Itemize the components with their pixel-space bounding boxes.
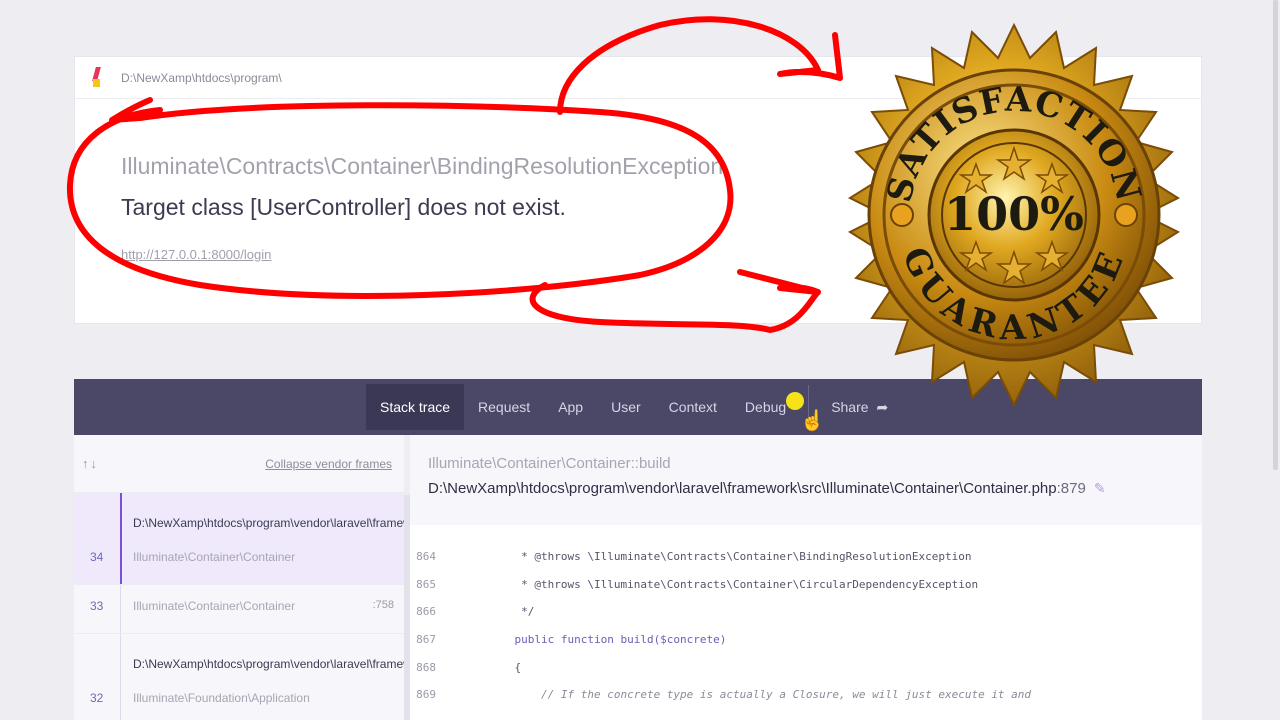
- satisfaction-guarantee-seal: 100% SATISFACTION GUARANTEE: [847, 22, 1181, 408]
- code-line-number: 866: [416, 605, 436, 618]
- frame-number: 32: [90, 691, 104, 705]
- frame-line: :758: [372, 599, 394, 611]
- frame-class: Illuminate\Container\Container: [133, 550, 296, 564]
- frame-class: Illuminate\Container\Container: [133, 599, 296, 613]
- code-line-number: 864: [416, 550, 436, 563]
- code-panel-header: Illuminate\Container\Container::build D:…: [410, 435, 1202, 525]
- code-line-text: */: [488, 605, 535, 618]
- exception-class: Illuminate\Contracts\Container\BindingRe…: [121, 153, 724, 179]
- code-line-number: 868: [416, 661, 436, 674]
- project-path: D:\NewXamp\htdocs\program\: [121, 70, 282, 85]
- code-line-text: * @throws \Illuminate\Contracts\Containe…: [488, 578, 979, 591]
- request-url-link[interactable]: http://127.0.0.1:8000/login: [121, 247, 271, 262]
- code-line-text: * @throws \Illuminate\Contracts\Containe…: [488, 550, 972, 563]
- hand-pointer-cursor-icon: ☝: [800, 410, 825, 432]
- frame-nav-arrows-icon[interactable]: ↑↓: [82, 456, 99, 471]
- code-line-number: 867: [416, 633, 436, 646]
- frame-number: 33: [90, 599, 104, 613]
- frame-method: Illuminate\Container\Container::build: [428, 455, 671, 472]
- code-line: 866 */: [410, 605, 1202, 625]
- code-line-text: public function build($concrete): [488, 633, 727, 646]
- sidebar-header: ↑↓ Collapse vendor frames: [74, 435, 404, 493]
- code-line: 867 public function build($concrete): [410, 633, 1202, 653]
- stack-frame[interactable]: 33 Illuminate\Container\Container :758: [74, 585, 404, 634]
- tab-context[interactable]: Context: [655, 384, 731, 430]
- filepath-line: :879: [1056, 480, 1086, 497]
- filepath-text: D:\NewXamp\htdocs\program\vendor\laravel…: [428, 480, 1057, 497]
- code-snippet: 864 * @throws \Illuminate\Contracts\Cont…: [410, 525, 1202, 720]
- frame-path: D:\NewXamp\htdocs\program\vendor\laravel…: [133, 657, 404, 671]
- pencil-edit-icon[interactable]: ✎: [1094, 480, 1106, 497]
- collapse-vendor-frames-link[interactable]: Collapse vendor frames: [265, 457, 392, 471]
- stack-frame[interactable]: D:\NewXamp\htdocs\program\vendor\laravel…: [74, 634, 404, 720]
- tab-app[interactable]: App: [544, 384, 597, 430]
- code-line-text: {: [488, 661, 522, 674]
- frame-filepath[interactable]: D:\NewXamp\htdocs\program\vendor\laravel…: [428, 480, 1184, 497]
- page-scrollbar[interactable]: [1273, 0, 1278, 470]
- tab-user[interactable]: User: [597, 384, 655, 430]
- frame-class: Illuminate\Foundation\Application: [133, 691, 310, 705]
- tab-stack-trace[interactable]: Stack trace: [366, 384, 465, 430]
- code-line-number: 865: [416, 578, 436, 591]
- exception-message: Target class [UserController] does not e…: [121, 194, 566, 220]
- stack-frame[interactable]: D:\NewXamp\htdocs\program\vendor\laravel…: [74, 493, 404, 585]
- badge-percent: 100%: [944, 187, 1084, 241]
- ignition-logo-icon: [91, 66, 105, 89]
- stack-frames-sidebar: ↑↓ Collapse vendor frames D:\NewXamp\htd…: [74, 435, 404, 720]
- code-line-number: 869: [416, 688, 436, 701]
- code-line: 864 * @throws \Illuminate\Contracts\Cont…: [410, 550, 1202, 570]
- code-line: 865 * @throws \Illuminate\Contracts\Cont…: [410, 578, 1202, 598]
- code-line: 868 {: [410, 661, 1202, 681]
- frame-path: D:\NewXamp\htdocs\program\vendor\laravel…: [133, 516, 404, 530]
- code-line: 869 // If the concrete type is actually …: [410, 688, 1202, 708]
- code-panel: Illuminate\Container\Container::build D:…: [410, 435, 1202, 720]
- frame-number: 34: [90, 550, 104, 564]
- code-line-text: // If the concrete type is actually a Cl…: [488, 688, 1032, 701]
- tab-request[interactable]: Request: [464, 384, 544, 430]
